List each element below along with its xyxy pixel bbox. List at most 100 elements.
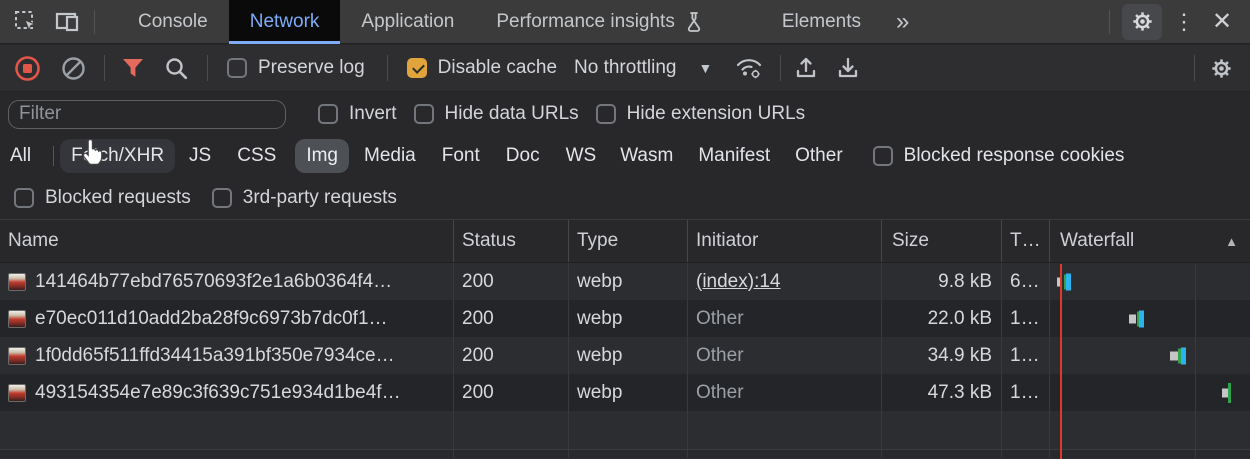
request-time: 1… xyxy=(1010,345,1040,367)
requests-table: Name Status Type Initiator Size T… Water… xyxy=(0,219,1250,459)
column-header-size[interactable]: Size xyxy=(882,220,1002,262)
export-har-icon[interactable] xyxy=(835,50,861,86)
table-row[interactable]: 141464b77ebd76570693f2e1a6b0364f4… 200 w… xyxy=(0,263,1250,300)
sort-ascending-icon[interactable]: ▲ xyxy=(1225,234,1238,249)
overflow-menu-icon[interactable]: ⋮ xyxy=(1170,9,1198,35)
more-tabs-icon[interactable]: » xyxy=(896,8,907,36)
request-filters-row: Blocked requests 3rd-party requests xyxy=(0,177,1250,219)
hide-data-urls-label: Hide data URLs xyxy=(445,103,579,125)
request-initiator-link[interactable]: (index):14 xyxy=(696,271,781,293)
filter-row: Invert Hide data URLs Hide extension URL… xyxy=(0,93,1250,135)
chevron-down-icon[interactable]: ▼ xyxy=(698,60,712,76)
chip-all[interactable]: All xyxy=(0,139,42,173)
chip-doc[interactable]: Doc xyxy=(495,139,551,173)
device-toolbar-icon[interactable] xyxy=(50,4,86,40)
tab-label: Elements xyxy=(782,11,861,33)
divider xyxy=(53,146,54,166)
tab-network[interactable]: Network xyxy=(229,0,341,44)
disable-cache-label: Disable cache xyxy=(438,57,557,79)
close-devtools-icon[interactable]: ✕ xyxy=(1202,7,1242,36)
request-type: webp xyxy=(577,382,622,404)
invert-label: Invert xyxy=(349,103,397,125)
column-header-type[interactable]: Type xyxy=(569,220,688,262)
request-size: 47.3 kB xyxy=(928,382,992,404)
divider xyxy=(1194,55,1195,81)
divider xyxy=(387,55,388,81)
column-header-waterfall[interactable]: Waterfall ▲ xyxy=(1050,220,1250,262)
chip-other[interactable]: Other xyxy=(784,139,854,173)
blocked-response-cookies-checkbox[interactable] xyxy=(873,146,893,166)
request-name: e70ec011d10add2ba28f9c6973b7dc0f1… xyxy=(35,308,388,330)
request-status: 200 xyxy=(462,271,494,293)
clear-network-log-icon[interactable] xyxy=(61,50,86,86)
divider xyxy=(94,10,95,34)
throttling-select[interactable]: No throttling xyxy=(574,57,676,79)
devtools-network-panel: Console Network Application Performance … xyxy=(0,0,1250,459)
waterfall-cell xyxy=(1050,300,1250,337)
preserve-log-label: Preserve log xyxy=(258,57,365,79)
request-status: 200 xyxy=(462,308,494,330)
request-type: webp xyxy=(577,345,622,367)
invert-checkbox[interactable] xyxy=(318,104,338,124)
tab-elements[interactable]: Elements xyxy=(761,0,882,44)
hide-extension-urls-checkbox[interactable] xyxy=(596,104,616,124)
filter-input[interactable] xyxy=(8,100,286,129)
request-name: 141464b77ebd76570693f2e1a6b0364f4… xyxy=(35,271,392,293)
chip-wasm[interactable]: Wasm xyxy=(609,139,684,173)
tab-console[interactable]: Console xyxy=(117,0,229,44)
chip-fetch-xhr[interactable]: Fetch/XHR xyxy=(60,139,175,173)
devtools-tab-bar: Console Network Application Performance … xyxy=(0,0,1250,44)
third-party-requests-checkbox[interactable] xyxy=(212,188,232,208)
tab-label: Console xyxy=(138,11,208,33)
chip-font[interactable]: Font xyxy=(431,139,491,173)
tab-label: Application xyxy=(361,11,454,33)
image-thumbnail xyxy=(8,347,26,365)
request-size: 22.0 kB xyxy=(928,308,992,330)
load-event-line xyxy=(1060,264,1062,459)
table-row[interactable]: 493154354e7e89c3f639c751e934d1be4f… 200 … xyxy=(0,374,1250,411)
chip-manifest[interactable]: Manifest xyxy=(687,139,781,173)
chip-css[interactable]: CSS xyxy=(226,139,287,173)
network-settings-gear-icon[interactable] xyxy=(1209,50,1234,86)
waterfall-bar-waiting xyxy=(1228,383,1231,403)
import-har-icon[interactable] xyxy=(793,50,819,86)
tab-performance-insights[interactable]: Performance insights xyxy=(475,0,724,44)
disable-cache-checkbox[interactable] xyxy=(407,58,427,78)
chip-media[interactable]: Media xyxy=(353,139,427,173)
filter-funnel-icon[interactable] xyxy=(120,50,146,86)
column-header-time[interactable]: T… xyxy=(1002,220,1050,262)
waterfall-bar-download xyxy=(1066,273,1071,290)
record-network-log-icon[interactable] xyxy=(14,50,41,86)
request-initiator: Other xyxy=(696,382,744,404)
waterfall-cell xyxy=(1050,374,1250,411)
settings-gear-icon[interactable] xyxy=(1122,4,1162,40)
image-thumbnail xyxy=(8,384,26,402)
request-initiator: Other xyxy=(696,308,744,330)
tab-label: Network xyxy=(250,11,320,33)
blocked-requests-label: Blocked requests xyxy=(45,187,191,209)
chip-img[interactable]: Img xyxy=(295,139,349,173)
waterfall-bar-stalled xyxy=(1129,314,1136,323)
tab-application[interactable]: Application xyxy=(340,0,475,44)
inspect-element-icon[interactable] xyxy=(8,4,44,40)
waterfall-bar-download xyxy=(1139,310,1144,327)
table-row[interactable]: 1f0dd65f511ffd34415a391bf350e7934ce… 200… xyxy=(0,337,1250,374)
network-conditions-icon[interactable] xyxy=(734,50,766,86)
hide-data-urls-checkbox[interactable] xyxy=(414,104,434,124)
chip-js[interactable]: JS xyxy=(178,139,222,173)
waterfall-gridline xyxy=(1195,264,1196,459)
search-icon[interactable] xyxy=(164,50,189,86)
divider xyxy=(1109,10,1110,34)
preserve-log-checkbox[interactable] xyxy=(227,58,247,78)
blocked-requests-checkbox[interactable] xyxy=(14,188,34,208)
column-header-status[interactable]: Status xyxy=(454,220,569,262)
chip-ws[interactable]: WS xyxy=(555,139,608,173)
request-type: webp xyxy=(577,271,622,293)
request-name: 493154354e7e89c3f639c751e934d1be4f… xyxy=(35,382,401,404)
column-header-name[interactable]: Name xyxy=(0,220,454,262)
divider xyxy=(780,55,781,81)
table-row[interactable]: e70ec011d10add2ba28f9c6973b7dc0f1… 200 w… xyxy=(0,300,1250,337)
waterfall-bar-download xyxy=(1181,347,1186,364)
column-header-initiator[interactable]: Initiator xyxy=(688,220,882,262)
request-name: 1f0dd65f511ffd34415a391bf350e7934ce… xyxy=(35,345,395,367)
